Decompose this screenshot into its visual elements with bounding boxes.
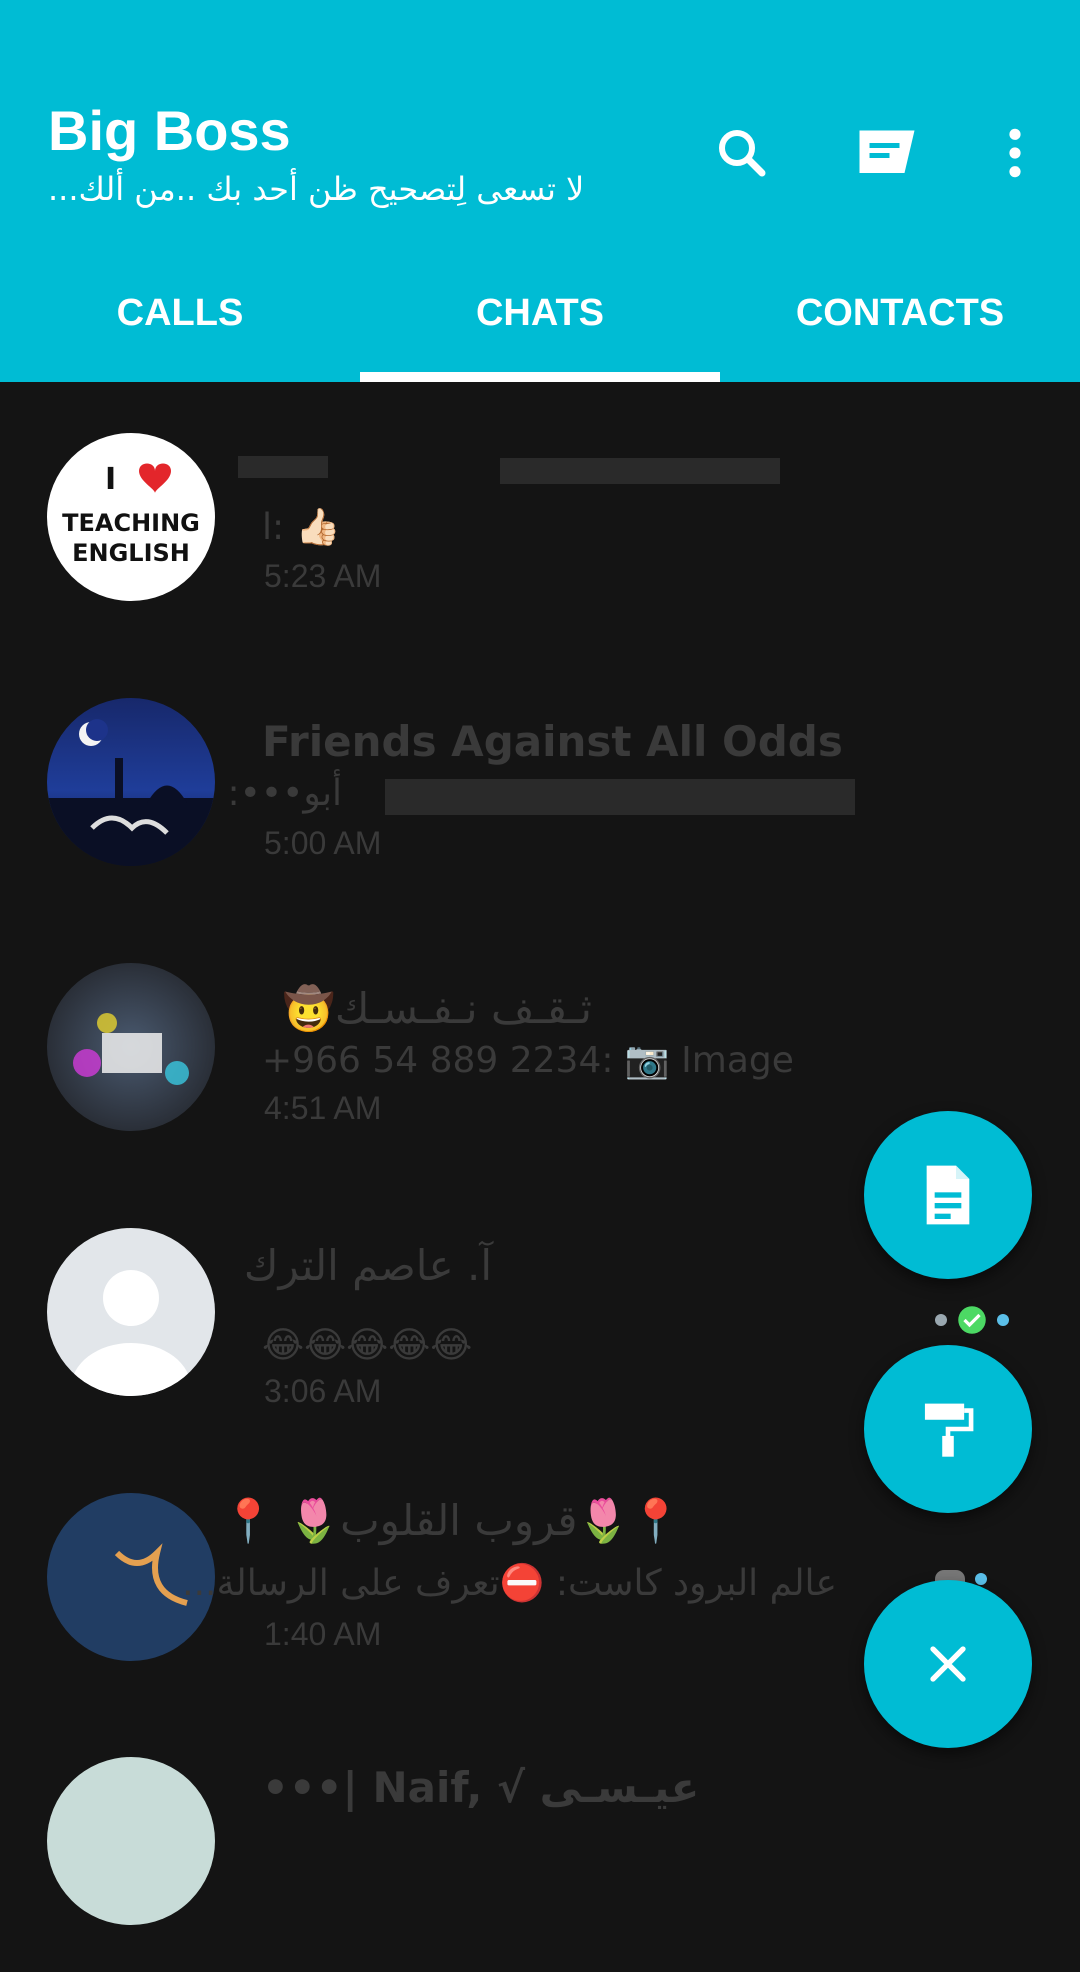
tab-chats[interactable]: CHATS bbox=[360, 270, 720, 382]
status-dots bbox=[935, 1305, 1009, 1335]
fab-close-button[interactable] bbox=[864, 1580, 1032, 1748]
redacted-block bbox=[385, 779, 855, 815]
search-icon bbox=[719, 130, 766, 177]
person-icon bbox=[71, 1270, 191, 1396]
redacted-block bbox=[238, 456, 328, 478]
avatar bbox=[47, 963, 215, 1131]
chat-title: 📍🌷قروب القلوب🌷 📍 bbox=[222, 1496, 682, 1545]
chat-time: 5:23 AM bbox=[264, 558, 382, 594]
chat-last-message: أبو•••: bbox=[227, 773, 342, 814]
app-subtitle: لا تسعى لِتصحيح ظن أحد بك ..من ألك... bbox=[48, 170, 585, 208]
avatar bbox=[47, 1228, 215, 1396]
chat-time: 3:06 AM bbox=[264, 1373, 382, 1409]
chat-row[interactable]: •••| Naif, √ عيـسـى bbox=[0, 1707, 1080, 1972]
close-icon bbox=[930, 1646, 966, 1682]
avatar-text-teaching: TEACHING bbox=[62, 509, 200, 537]
fab-theme-button[interactable] bbox=[864, 1345, 1032, 1513]
paint-roller-icon bbox=[924, 1403, 974, 1457]
compose-icon bbox=[859, 130, 915, 173]
document-icon bbox=[926, 1165, 970, 1225]
avatar: I TEACHING ENGLISH bbox=[47, 433, 215, 601]
chat-title: •••| Naif, √ عيـسـى bbox=[262, 1763, 700, 1812]
chat-title: آ. عاصم الترك bbox=[243, 1241, 492, 1290]
check-circle-icon bbox=[958, 1306, 986, 1334]
chat-time: 4:51 AM bbox=[264, 1090, 382, 1126]
chat-time: 5:00 AM bbox=[264, 825, 382, 861]
chat-time: 1:40 AM bbox=[264, 1616, 382, 1652]
redacted-block bbox=[500, 458, 780, 484]
avatar bbox=[47, 698, 215, 866]
fab-document-button[interactable] bbox=[864, 1111, 1032, 1279]
app-title: Big Boss bbox=[48, 99, 291, 162]
search-button[interactable] bbox=[707, 118, 777, 188]
chat-row[interactable]: I TEACHING ENGLISH ا: 👍🏻 5:23 AM bbox=[0, 382, 1080, 647]
avatar-text-i: I bbox=[105, 462, 116, 497]
avatar bbox=[47, 1757, 215, 1925]
more-options-button[interactable] bbox=[980, 118, 1050, 188]
chat-last-message: ا: 👍🏻 bbox=[262, 507, 341, 548]
chat-title: ثـقـف نـفـسـك🤠 bbox=[282, 984, 592, 1033]
more-vert-icon bbox=[1009, 128, 1021, 178]
chat-last-message: +966 54 889 2234: 📷 Image bbox=[262, 1040, 794, 1081]
chat-last-message: 😂😂😂😂😂 bbox=[262, 1325, 473, 1366]
chat-last-message: عالم البرود كاست: ⛔تعرف على الرسالة... bbox=[182, 1563, 837, 1604]
chat-title: Friends Against All Odds bbox=[262, 717, 843, 766]
tab-bar: CALLS CHATS CONTACTS bbox=[0, 270, 1080, 382]
avatar-text-english: ENGLISH bbox=[72, 539, 190, 567]
tab-contacts[interactable]: CONTACTS bbox=[720, 270, 1080, 382]
tab-calls[interactable]: CALLS bbox=[0, 270, 360, 382]
new-chat-button[interactable] bbox=[852, 118, 922, 188]
tab-indicator bbox=[360, 372, 720, 382]
chat-row[interactable]: Friends Against All Odds أبو•••: 5:00 AM bbox=[0, 647, 1080, 912]
